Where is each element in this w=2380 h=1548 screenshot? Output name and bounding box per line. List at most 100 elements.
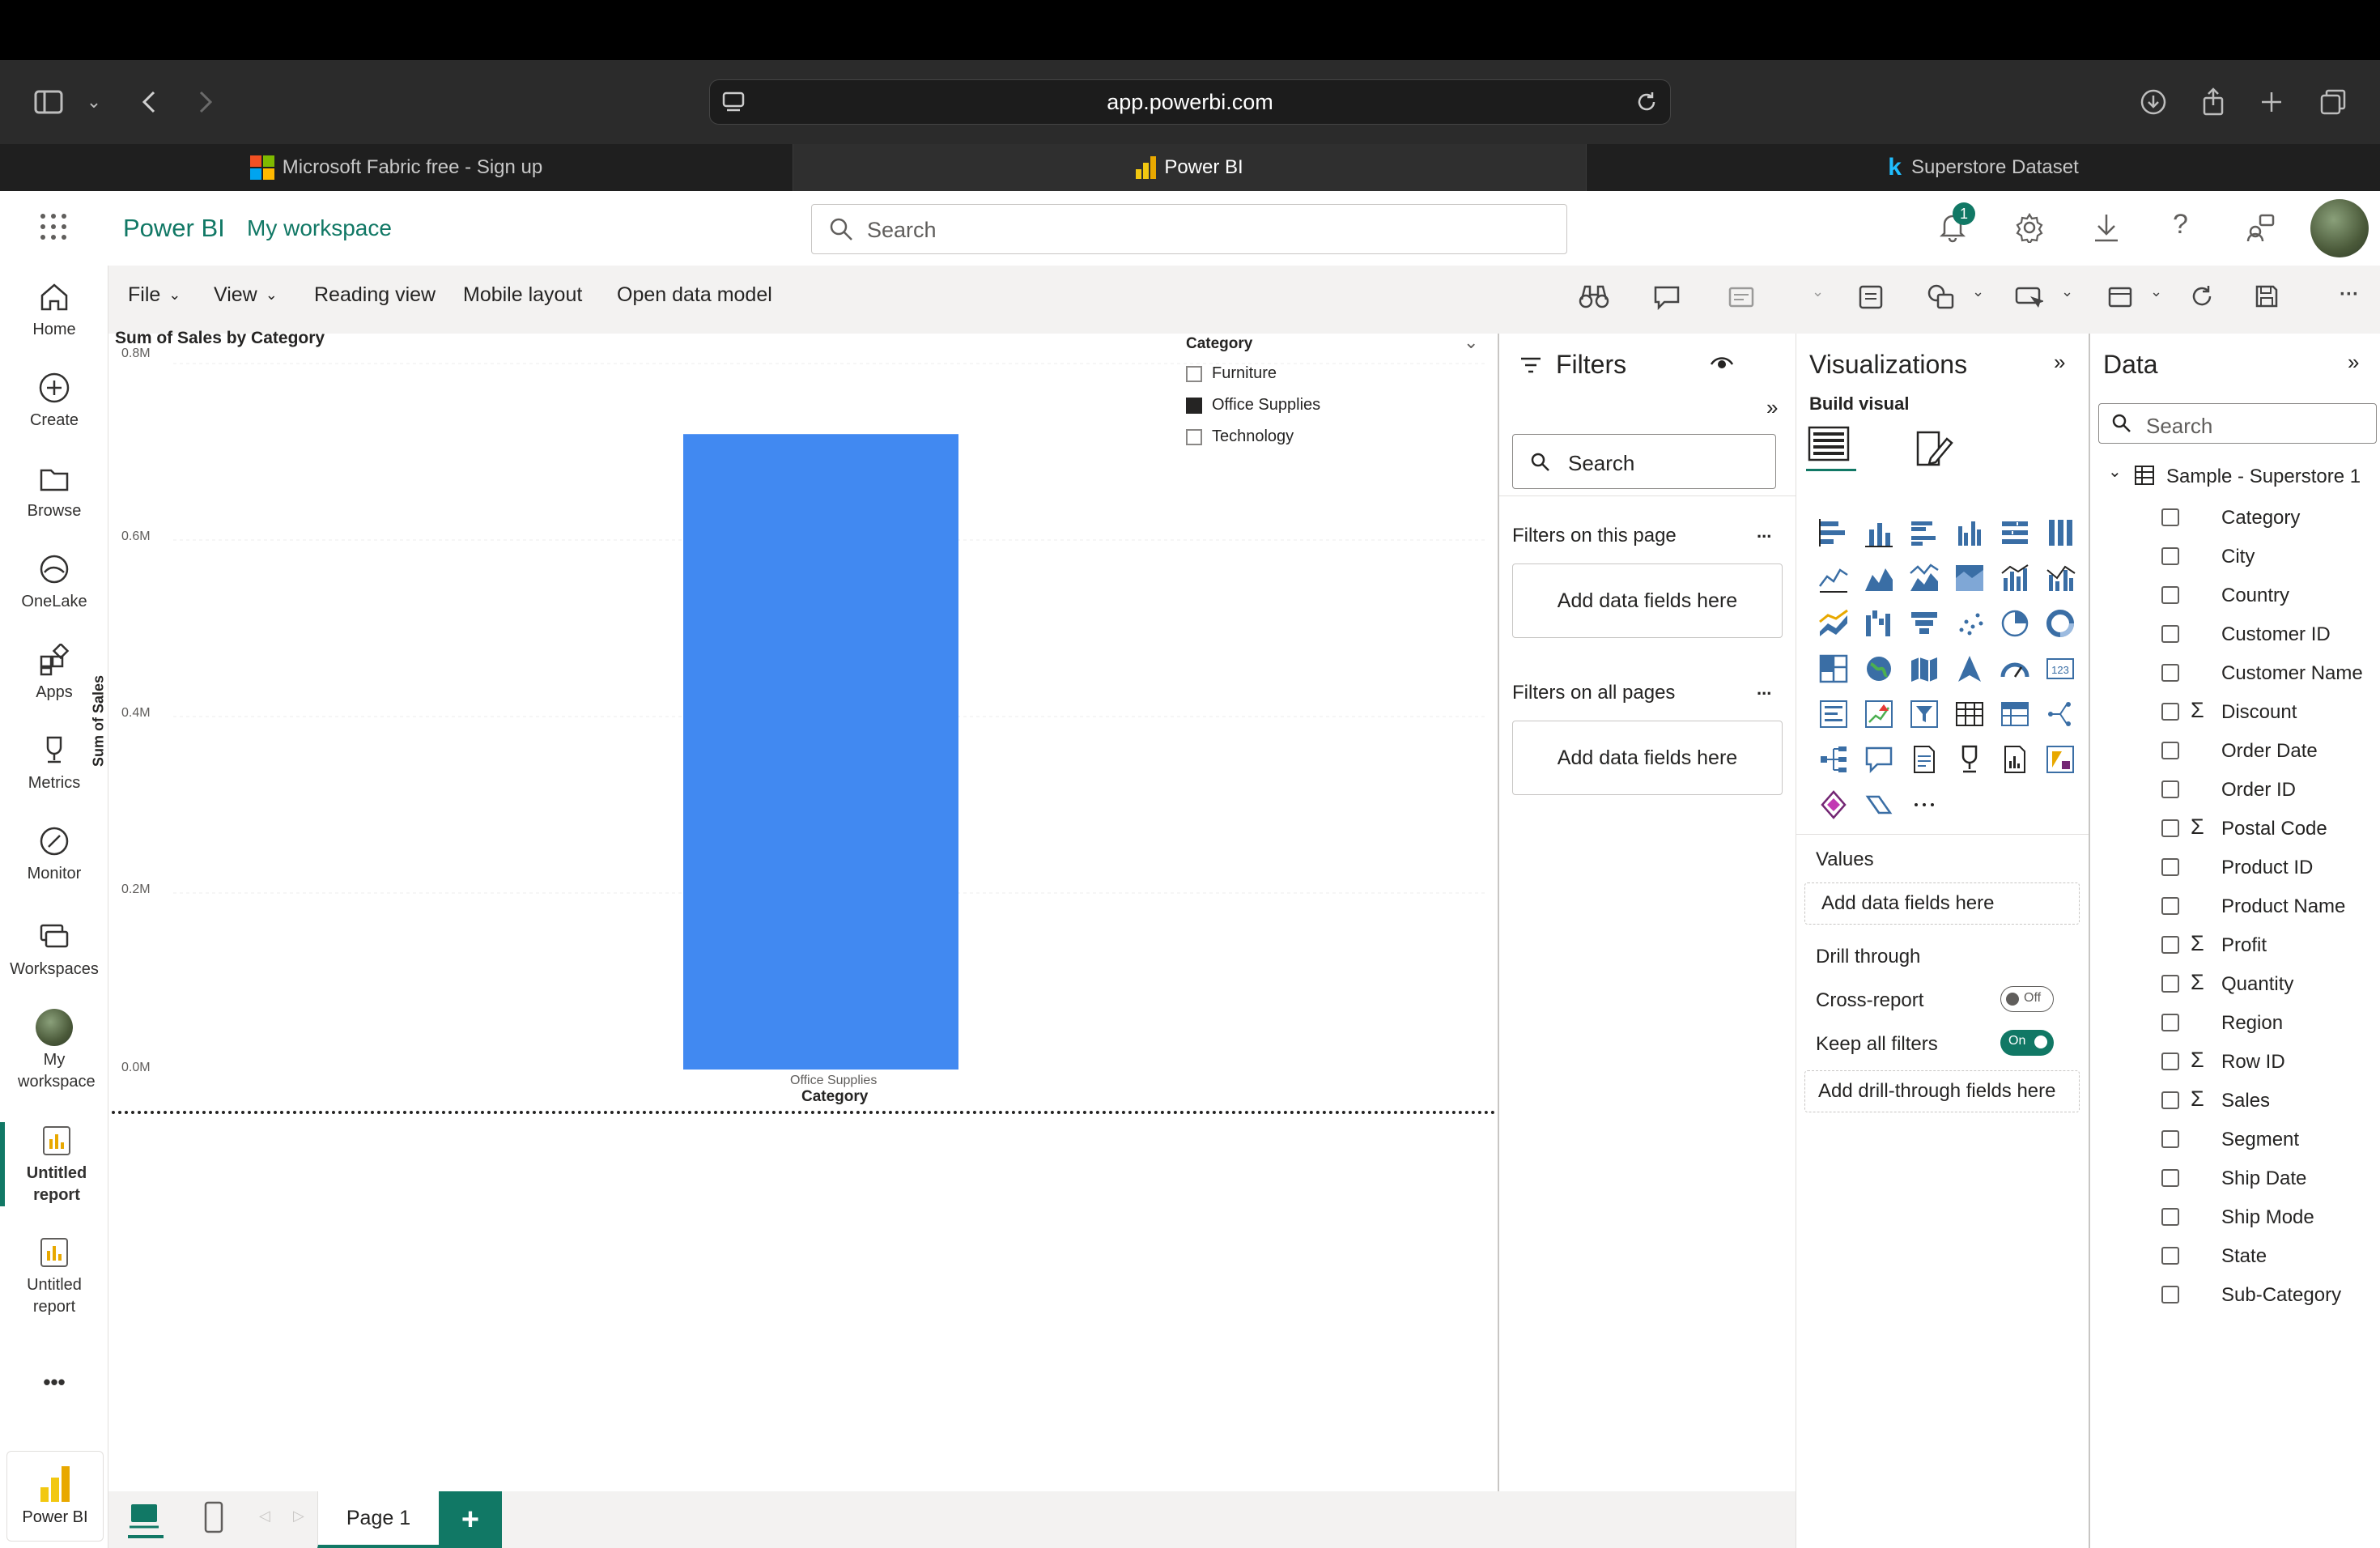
100-stacked-column-chart-icon[interactable] xyxy=(2038,510,2083,555)
field-row[interactable]: Customer Name xyxy=(2090,653,2380,692)
visual-container-icon[interactable] xyxy=(2106,283,2134,317)
nav-my-workspace[interactable]: My workspace xyxy=(0,1009,108,1093)
legend-item-furniture[interactable]: Furniture xyxy=(1186,364,1277,383)
key-influencers-icon[interactable] xyxy=(2038,691,2083,737)
mobile-layout-button[interactable]: Mobile layout xyxy=(463,283,582,307)
ribbon-chart-icon[interactable] xyxy=(1811,601,1856,646)
drill-through-drop-zone[interactable]: Add drill-through fields here xyxy=(1804,1070,2080,1112)
multi-row-card-icon[interactable] xyxy=(1811,691,1856,737)
downloads-icon[interactable] xyxy=(2134,83,2173,121)
workspace-link[interactable]: My workspace xyxy=(247,215,392,241)
field-checkbox[interactable] xyxy=(2161,936,2179,954)
legend-item-technology[interactable]: Technology xyxy=(1186,427,1294,446)
more-visuals-icon[interactable] xyxy=(1902,782,1947,827)
azure-map-icon[interactable] xyxy=(1947,646,1992,691)
site-settings-icon[interactable] xyxy=(721,90,746,120)
table-visual-icon[interactable] xyxy=(1947,691,1992,737)
expand-chevron-icon[interactable]: » xyxy=(2348,350,2359,375)
field-checkbox[interactable] xyxy=(2161,547,2179,565)
qa-icon[interactable] xyxy=(1856,737,1902,782)
reload-icon[interactable] xyxy=(1634,90,1659,120)
refresh-icon[interactable] xyxy=(2189,283,2215,315)
filters-search-input[interactable]: Search xyxy=(1512,434,1776,489)
field-row[interactable]: Ship Mode xyxy=(2090,1197,2380,1236)
field-checkbox[interactable] xyxy=(2161,1091,2179,1109)
buttons-icon[interactable] xyxy=(2014,283,2045,317)
field-row[interactable]: Ship Date xyxy=(2090,1159,2380,1197)
chevron-down-icon[interactable]: ⌄ xyxy=(1972,283,1984,300)
decomposition-tree-icon[interactable] xyxy=(1811,737,1856,782)
field-checkbox[interactable] xyxy=(2161,703,2179,721)
comment-icon[interactable] xyxy=(1653,283,1681,317)
cross-report-toggle[interactable]: Off xyxy=(2000,986,2054,1012)
field-checkbox[interactable] xyxy=(2161,1286,2179,1303)
nav-monitor[interactable]: Monitor xyxy=(0,823,108,885)
help-icon[interactable]: ? xyxy=(2173,209,2188,240)
field-checkbox[interactable] xyxy=(2161,1169,2179,1187)
checkbox[interactable] xyxy=(1186,365,1202,382)
goals-icon[interactable] xyxy=(1947,737,1992,782)
feedback-icon[interactable] xyxy=(2246,212,2276,247)
settings-gear-icon[interactable] xyxy=(2014,212,2045,247)
stacked-column-chart-icon[interactable] xyxy=(1856,510,1902,555)
app-launcher-icon[interactable] xyxy=(39,212,68,245)
field-checkbox[interactable] xyxy=(2161,1053,2179,1070)
100-stacked-bar-chart-icon[interactable] xyxy=(1992,510,2038,555)
back-icon[interactable] xyxy=(130,83,168,121)
treemap-icon[interactable] xyxy=(1811,646,1856,691)
file-menu[interactable]: File ⌄ xyxy=(128,283,181,307)
nav-browse[interactable]: Browse xyxy=(0,460,108,522)
field-checkbox[interactable] xyxy=(2161,742,2179,759)
field-row[interactable]: Segment xyxy=(2090,1120,2380,1159)
field-checkbox[interactable] xyxy=(2161,1208,2179,1226)
next-page-icon[interactable]: ▷ xyxy=(293,1508,304,1525)
field-row[interactable]: Country xyxy=(2090,576,2380,615)
checkbox[interactable] xyxy=(1186,428,1202,445)
smart-narrative-icon[interactable] xyxy=(1728,283,1755,317)
powerbi-experience-switcher[interactable]: Power BI xyxy=(6,1451,104,1542)
line-and-stacked-column-chart-icon[interactable] xyxy=(1992,555,2038,601)
waterfall-chart-icon[interactable] xyxy=(1856,601,1902,646)
scatter-chart-icon[interactable] xyxy=(1947,601,1992,646)
chevron-down-icon[interactable]: ⌄ xyxy=(2150,283,2162,300)
power-apps-icon[interactable] xyxy=(2038,737,2083,782)
nav-more[interactable]: ••• xyxy=(0,1372,108,1393)
line-and-clustered-column-chart-icon[interactable] xyxy=(2038,555,2083,601)
browser-tab-powerbi[interactable]: Power BI xyxy=(793,144,1587,191)
clustered-column-chart-icon[interactable] xyxy=(1947,510,1992,555)
browser-tab-superstore[interactable]: k Superstore Dataset xyxy=(1587,144,2380,191)
field-row[interactable]: Σ Sales xyxy=(2090,1081,2380,1120)
field-checkbox[interactable] xyxy=(2161,858,2179,876)
slicer-icon[interactable] xyxy=(1902,691,1947,737)
pie-chart-icon[interactable] xyxy=(1992,601,2038,646)
field-row[interactable]: Order Date xyxy=(2090,731,2380,770)
field-row[interactable]: City xyxy=(2090,537,2380,576)
expand-chevron-icon[interactable]: » xyxy=(1766,395,1778,420)
area-chart-icon[interactable] xyxy=(1856,555,1902,601)
text-box-icon[interactable] xyxy=(1857,283,1885,317)
field-checkbox[interactable] xyxy=(2161,1014,2179,1031)
field-row[interactable]: Customer ID xyxy=(2090,615,2380,653)
open-data-model-button[interactable]: Open data model xyxy=(617,283,772,307)
map-icon[interactable] xyxy=(1856,646,1902,691)
field-checkbox[interactable] xyxy=(2161,897,2179,915)
100-stacked-area-chart-icon[interactable] xyxy=(1947,555,1992,601)
shapes-icon[interactable] xyxy=(1927,283,1956,317)
nav-untitled-report-active[interactable]: Untitled report xyxy=(0,1122,108,1206)
add-page-button[interactable]: + xyxy=(439,1491,502,1548)
more-options-icon[interactable]: ··· xyxy=(2340,283,2359,306)
data-search-input[interactable]: Search xyxy=(2098,403,2377,444)
notifications-icon[interactable]: 1 xyxy=(1936,202,1975,247)
chevron-down-icon[interactable]: ⌄ xyxy=(1812,283,1824,300)
field-row[interactable]: Order ID xyxy=(2090,770,2380,809)
chevron-down-icon[interactable]: ⌄ xyxy=(1464,332,1478,353)
address-bar[interactable]: app.powerbi.com xyxy=(709,79,1671,125)
more-options-icon[interactable]: ... xyxy=(1757,521,1771,542)
funnel-chart-icon[interactable] xyxy=(1902,601,1947,646)
field-row[interactable]: Σ Quantity xyxy=(2090,964,2380,1003)
field-checkbox[interactable] xyxy=(2161,586,2179,604)
format-visual-tab-icon[interactable] xyxy=(1913,427,1955,474)
share-icon[interactable] xyxy=(2194,83,2233,121)
view-menu[interactable]: View ⌄ xyxy=(214,283,278,307)
arcgis-icon[interactable] xyxy=(1856,782,1902,827)
